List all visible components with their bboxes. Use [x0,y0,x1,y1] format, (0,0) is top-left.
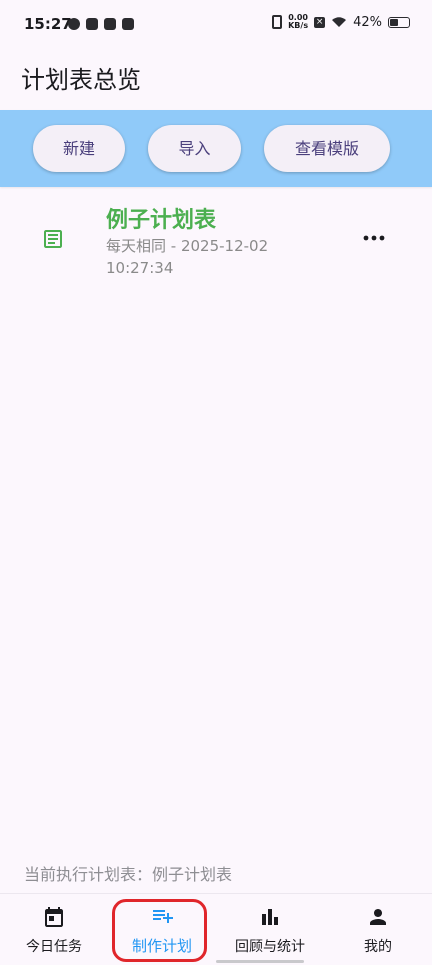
notification-icons [68,18,134,30]
plan-list-item[interactable]: 例子计划表 每天相同 - 2025-12-02 10:27:34 [0,188,432,288]
network-speed-unit: KB/s [288,21,309,30]
status-time: 15:27 [24,15,72,33]
view-template-button[interactable]: 查看模版 [264,125,390,172]
battery-fill [390,18,398,26]
app-notification-icon [68,18,80,30]
crown-notification-icon [104,18,116,30]
more-horizontal-icon[interactable] [360,228,388,248]
bottom-navigation: 今日任务 制作计划 回顾与统计 我的 [0,893,432,965]
nav-item-today-tasks[interactable]: 今日任务 [0,894,108,965]
battery-percent: 42% [353,14,382,30]
network-speed: 0.00 KB/s [288,14,308,30]
status-bar: 15:27 0.00 KB/s × 42% [0,0,432,52]
nav-label-review-stats: 回顾与统计 [235,939,305,955]
plan-name: 例子计划表 [106,208,217,233]
message-notification-icon [122,18,134,30]
person-icon [370,909,386,925]
import-button[interactable]: 导入 [148,125,241,172]
nav-label-mine: 我的 [364,939,392,955]
plan-meta: 每天相同 - 2025-12-02 10:27:34 [106,237,269,277]
play-notification-icon [86,18,98,30]
action-toolbar: 新建 导入 查看模版 [0,110,432,187]
nav-label-today-tasks: 今日任务 [26,939,82,955]
document-icon [44,230,62,248]
current-plan-text: 当前执行计划表：例子计划表 [24,865,233,884]
status-indicators: 0.00 KB/s × 42% [272,14,410,30]
highlight-annotation [112,899,207,962]
new-plan-button[interactable]: 新建 [33,125,125,172]
wifi-icon [332,17,347,27]
page-title: 计划表总览 [21,66,141,94]
nav-item-review-stats[interactable]: 回顾与统计 [216,894,324,965]
battery-icon [388,16,410,28]
bar-chart-icon [262,909,278,925]
calendar-icon [45,907,63,927]
no-sim-icon: × [314,16,326,28]
vibrate-icon [272,15,283,29]
home-indicator[interactable] [216,960,304,963]
nav-item-mine[interactable]: 我的 [324,894,432,965]
